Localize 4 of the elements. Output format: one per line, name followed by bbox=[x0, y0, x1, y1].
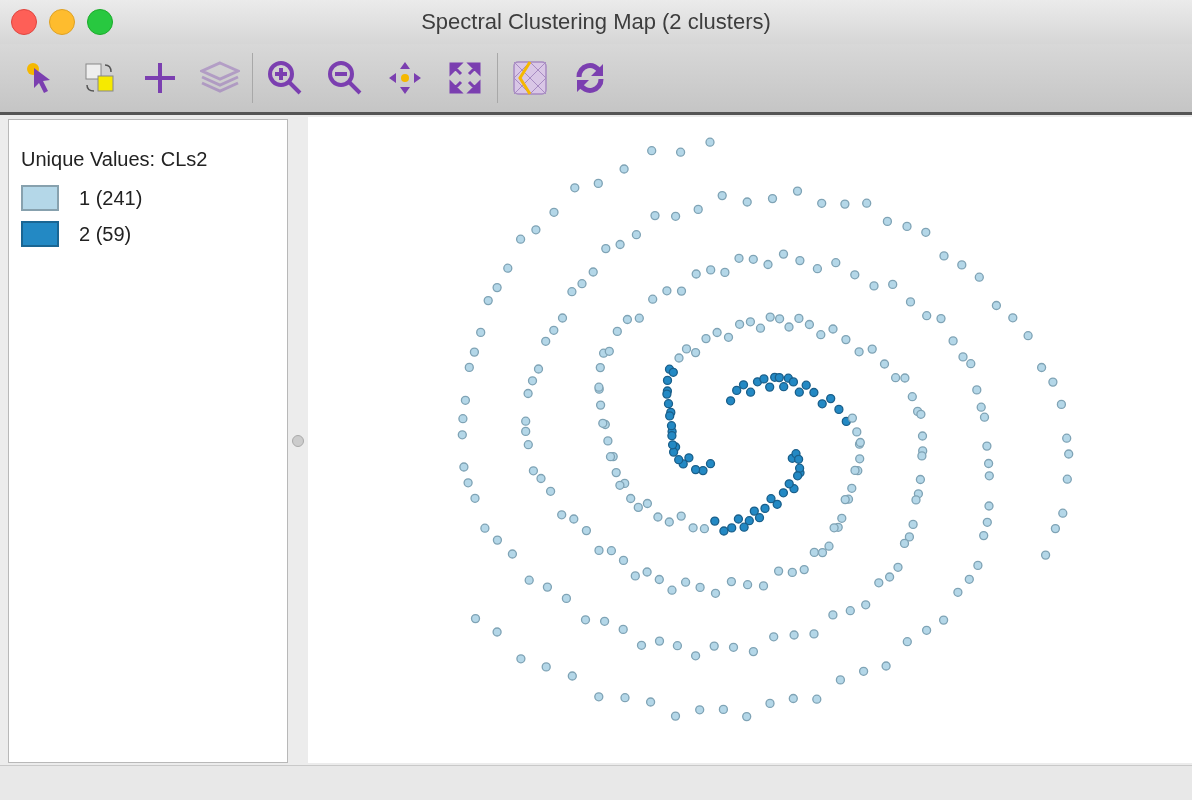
legend-title: Unique Values: CLs2 bbox=[21, 148, 209, 171]
window-title: Spectral Clustering Map (2 clusters) bbox=[421, 9, 771, 34]
legend-label: 1 (241) bbox=[79, 186, 143, 210]
legend-label: 2 (59) bbox=[79, 222, 132, 246]
